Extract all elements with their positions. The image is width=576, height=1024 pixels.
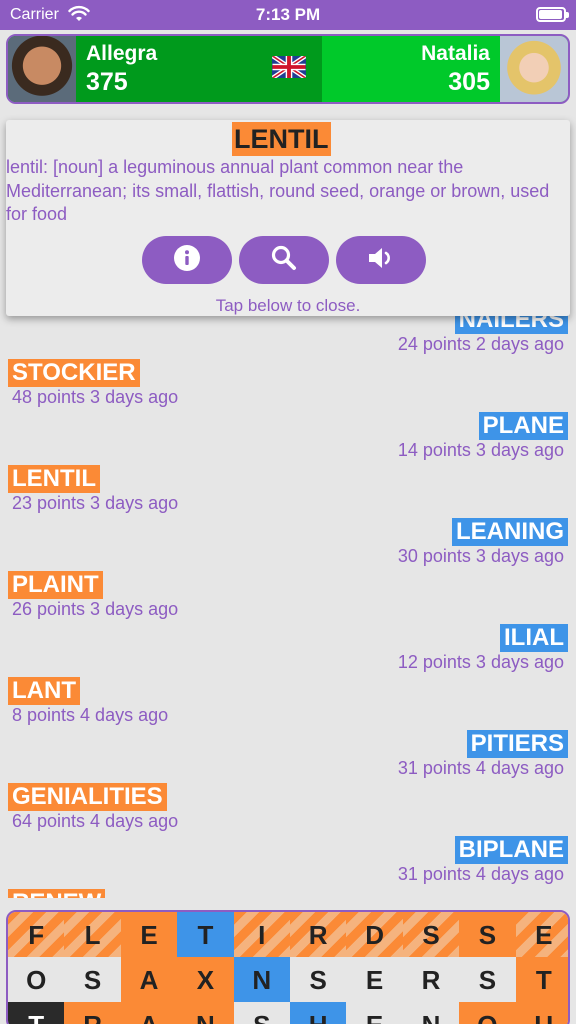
word-meta: 48 points 3 days ago [12, 387, 179, 407]
board-tile[interactable]: X [177, 957, 234, 1003]
played-word[interactable]: BIPLANE [454, 836, 568, 864]
letter-board[interactable]: FLETIRDSSEOSAXNSERSTTRANSHENOU [6, 910, 570, 1024]
board-tile[interactable]: O [8, 957, 65, 1003]
board-tile[interactable]: A [120, 1002, 178, 1024]
board-tile[interactable]: N [402, 1002, 460, 1024]
board-tile[interactable]: N [177, 1002, 234, 1024]
speaker-icon [366, 244, 396, 277]
definition-popup[interactable]: LENTIL lentil: [noun] a leguminous annua… [6, 120, 570, 316]
board-tile[interactable]: S [64, 957, 121, 1003]
board-tile[interactable]: O [459, 1002, 516, 1024]
popup-definition: lentil: [noun] a leguminous annual plant… [6, 157, 550, 224]
right-player-score: 305 [448, 68, 490, 96]
played-word[interactable]: STOCKIER [8, 359, 140, 387]
played-word[interactable]: ILIAL [500, 624, 568, 652]
board-tile[interactable]: T [8, 1002, 65, 1024]
word-entry[interactable]: RENEW [0, 889, 576, 898]
board-tile[interactable]: I [233, 912, 290, 958]
speaker-button[interactable] [336, 236, 426, 284]
left-player-avatar[interactable] [8, 36, 76, 102]
board-tile[interactable]: L [64, 912, 121, 958]
word-entry[interactable]: PITIERS 31 points 4 days ago [0, 730, 576, 780]
board-tile[interactable]: E [346, 957, 403, 1003]
battery-icon [536, 7, 569, 22]
board-tile[interactable]: H [290, 1002, 347, 1024]
word-entry[interactable]: BIPLANE 31 points 4 days ago [0, 836, 576, 886]
word-meta: 26 points 3 days ago [12, 599, 179, 619]
word-meta: 30 points 3 days ago [397, 546, 564, 566]
board-tile[interactable]: R [402, 957, 460, 1003]
board-tile[interactable]: D [346, 912, 403, 958]
played-word[interactable]: PLANE [478, 412, 568, 440]
board-tile[interactable]: A [120, 957, 178, 1003]
word-entry[interactable]: GENIALITIES 64 points 4 days ago [0, 783, 576, 833]
search-button[interactable] [239, 236, 329, 284]
uk-flag-icon[interactable] [272, 56, 306, 78]
played-word[interactable]: PLAINT [8, 571, 103, 599]
word-entry[interactable]: LEANING 30 points 3 days ago [0, 518, 576, 568]
board-tile[interactable]: F [8, 912, 65, 958]
board-tile[interactable]: S [459, 957, 516, 1003]
word-meta: 31 points 4 days ago [397, 758, 564, 778]
word-entry[interactable]: LENTIL 23 points 3 days ago [0, 465, 576, 515]
clock: 7:13 PM [255, 5, 321, 24]
word-entry[interactable]: ILIAL 12 points 3 days ago [0, 624, 576, 674]
board-tile[interactable]: N [233, 957, 290, 1003]
played-word[interactable]: LANT [8, 677, 80, 705]
board-tile[interactable]: T [177, 912, 234, 958]
info-icon [173, 244, 201, 277]
played-word[interactable]: GENIALITIES [8, 783, 167, 811]
played-word[interactable]: RENEW [8, 889, 106, 898]
search-icon [270, 244, 298, 277]
board-tile[interactable]: E [346, 1002, 403, 1024]
word-meta: 23 points 3 days ago [12, 493, 179, 513]
board-tile[interactable]: R [290, 912, 347, 958]
word-meta: 14 points 3 days ago [397, 440, 564, 460]
word-meta: 31 points 4 days ago [397, 864, 564, 884]
board-tile[interactable]: E [515, 912, 568, 958]
board-tile[interactable]: U [515, 1002, 568, 1024]
word-meta: 12 points 3 days ago [397, 652, 564, 672]
word-entry[interactable]: PLAINT 26 points 3 days ago [0, 571, 576, 621]
left-player-name: Allegra [86, 42, 158, 65]
info-button[interactable] [142, 236, 232, 284]
popup-word: LENTIL [232, 122, 331, 156]
played-word[interactable]: LEANING [452, 518, 568, 546]
played-word[interactable]: LENTIL [8, 465, 100, 493]
status-bar: Carrier 7:13 PM [0, 0, 576, 30]
word-meta: 24 points 2 days ago [397, 334, 564, 354]
board-tile[interactable]: S [459, 912, 516, 958]
board-tile[interactable]: R [64, 1002, 121, 1024]
word-history-list[interactable]: NAILERS 24 points 2 days ago STOCKIER 48 po… [0, 300, 576, 898]
board-tile[interactable]: S [402, 912, 460, 958]
close-hint: Tap below to close. [215, 296, 361, 315]
right-player-avatar[interactable] [500, 36, 568, 102]
word-meta: 64 points 4 days ago [12, 811, 179, 831]
word-meta: 8 points 4 days ago [12, 705, 169, 725]
score-header: Allegra 375 Natalia 305 [6, 34, 570, 104]
played-word[interactable]: PITIERS [466, 730, 568, 758]
word-entry[interactable]: PLANE 14 points 3 days ago [0, 412, 576, 462]
board-tile[interactable]: S [290, 957, 347, 1003]
board-tile[interactable]: T [515, 957, 568, 1003]
word-entry[interactable]: LANT 8 points 4 days ago [0, 677, 576, 727]
right-player-name: Natalia [421, 42, 490, 65]
board-tile[interactable]: S [233, 1002, 290, 1024]
board-tile[interactable]: E [120, 912, 178, 958]
word-entry[interactable]: STOCKIER 48 points 3 days ago [0, 359, 576, 409]
left-player-score: 375 [86, 68, 128, 96]
